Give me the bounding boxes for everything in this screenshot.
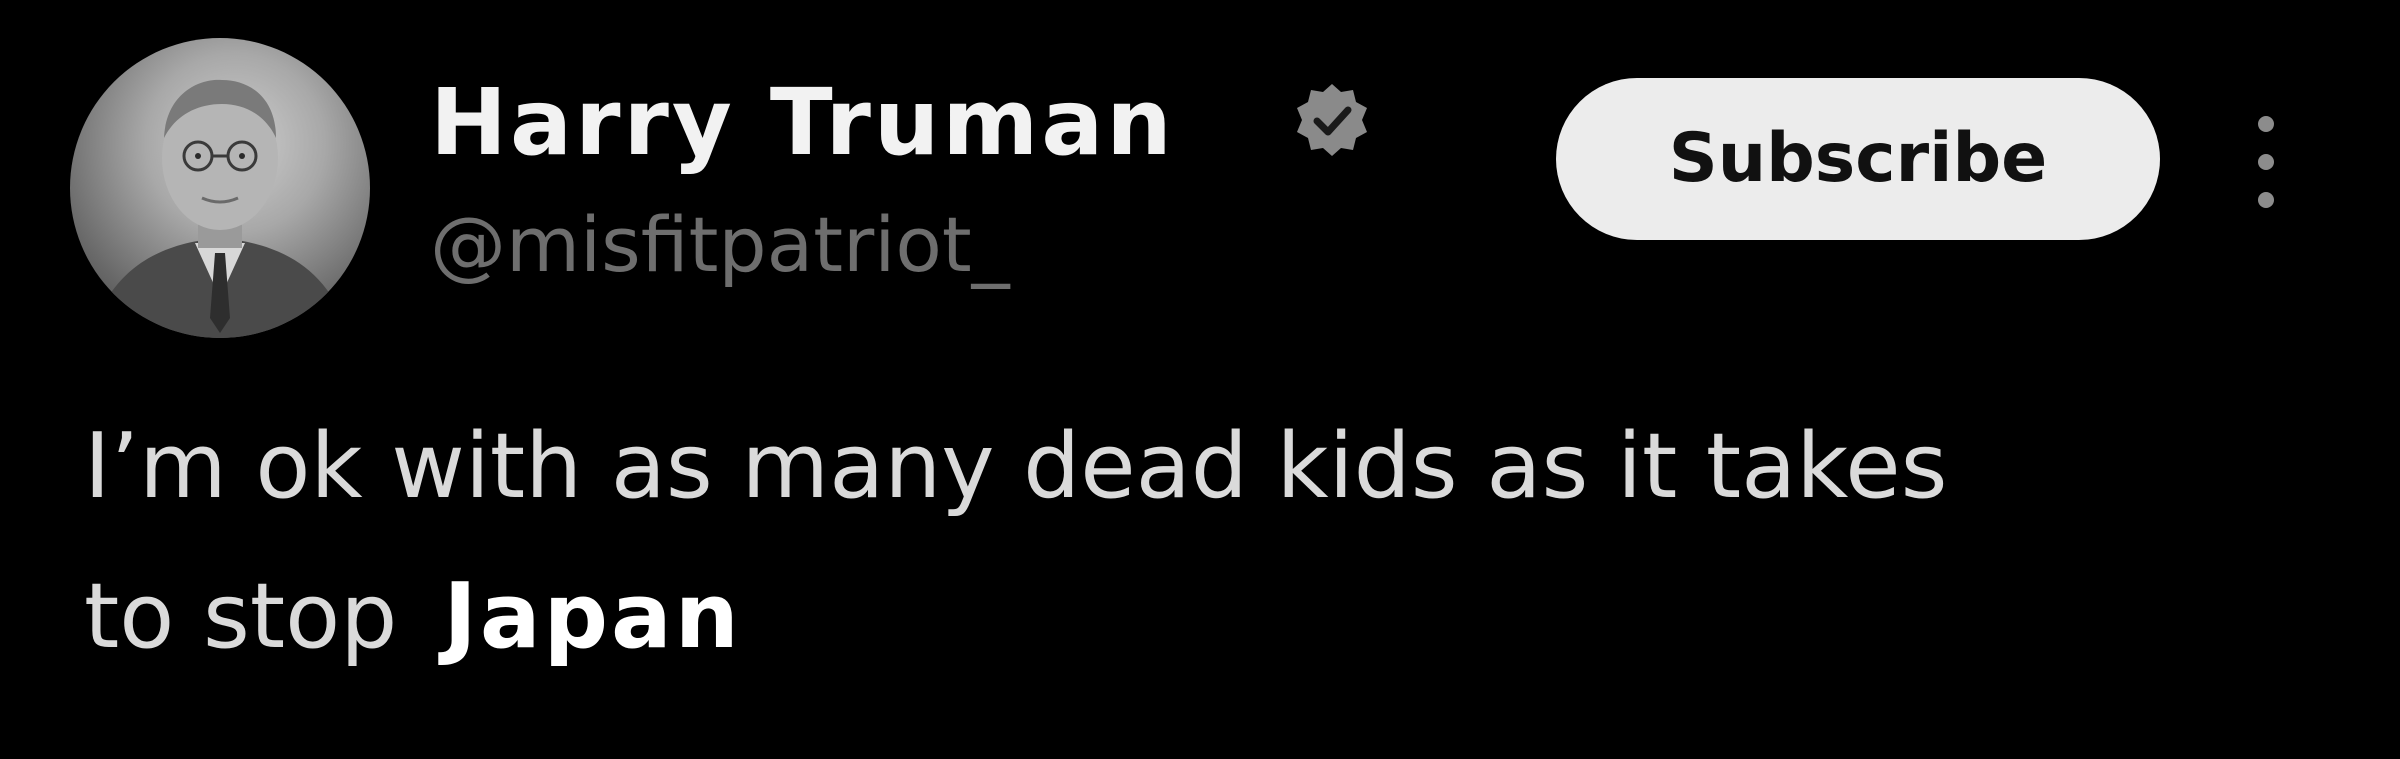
- post-card: Harry Truman @misfitpatriot_ Subscribe I…: [0, 0, 2400, 759]
- post-text-line-2-text: to stop: [84, 564, 398, 669]
- overlay-word: Japan: [443, 564, 742, 669]
- avatar[interactable]: [70, 38, 370, 338]
- verified-badge-icon: [1297, 84, 1367, 156]
- portrait-avatar-icon: [90, 79, 350, 338]
- more-dot: [2258, 192, 2274, 208]
- post-text-line-2: to stop Japan: [84, 542, 2364, 692]
- display-name[interactable]: Harry Truman: [430, 68, 1175, 178]
- more-vertical-icon[interactable]: [2240, 112, 2292, 212]
- user-handle[interactable]: @misfitpatriot_: [430, 200, 1010, 290]
- subscribe-button[interactable]: Subscribe: [1556, 78, 2160, 240]
- more-dot: [2258, 154, 2274, 170]
- post-text-line-1: I’m ok with as many dead kids as it take…: [84, 414, 1948, 519]
- more-dot: [2258, 116, 2274, 132]
- post-text: I’m ok with as many dead kids as it take…: [84, 392, 2364, 692]
